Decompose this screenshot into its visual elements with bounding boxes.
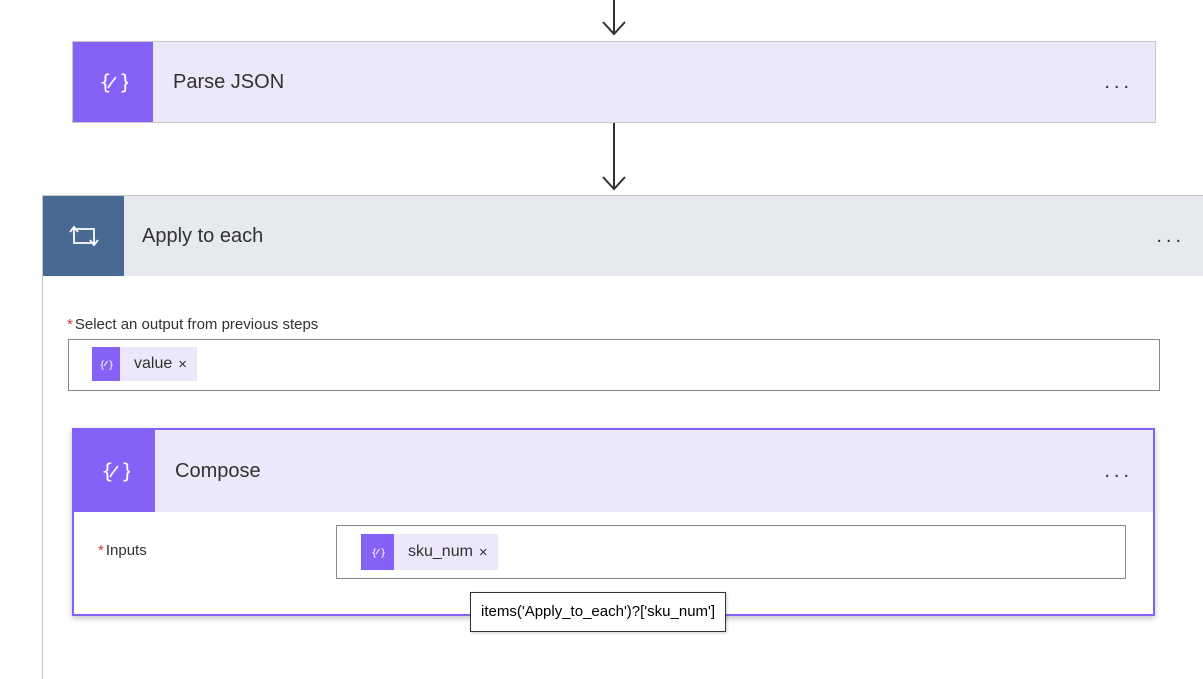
parse-json-header[interactable]: { } Parse JSON ...: [73, 42, 1155, 122]
select-output-label: * Select an output from previous steps: [67, 316, 318, 333]
svg-text:{: {: [99, 70, 112, 94]
required-mark: *: [98, 542, 104, 559]
loop-icon: [43, 196, 124, 276]
data-operation-icon: { }: [74, 430, 155, 512]
data-operation-icon: { }: [73, 42, 153, 122]
value-token[interactable]: { } value ×: [92, 347, 198, 381]
parse-json-more-button[interactable]: ...: [1104, 72, 1133, 92]
inputs-label-text: Inputs: [105, 542, 147, 559]
select-output-input[interactable]: { } value ×: [68, 339, 1160, 391]
apply-to-each-header[interactable]: Apply to each ...: [43, 196, 1203, 276]
sku-num-token-text: sku_num: [408, 543, 473, 560]
compose-header[interactable]: { } Compose ...: [74, 430, 1153, 512]
sku-num-token[interactable]: { } sku_num ×: [361, 534, 498, 570]
parse-json-title: Parse JSON: [173, 70, 285, 93]
sku-num-token-remove-button[interactable]: ×: [479, 544, 498, 561]
select-output-label-text: Select an output from previous steps: [74, 316, 319, 333]
flow-canvas: { } Parse JSON ...: [0, 0, 1203, 679]
apply-to-each-more-button[interactable]: ...: [1156, 226, 1185, 246]
svg-text:}: }: [380, 548, 385, 559]
arrow-down-icon: [602, 0, 626, 36]
inputs-label: * Inputs: [98, 542, 147, 559]
value-token-text: value: [134, 355, 173, 372]
svg-text:}: }: [121, 459, 130, 483]
value-token-remove-button[interactable]: ×: [178, 356, 197, 373]
expression-tooltip: items('Apply_to_each')?['sku_num']: [470, 592, 727, 632]
svg-text:}: }: [108, 360, 113, 371]
connector-arrow-top: [599, 0, 629, 40]
svg-text:}: }: [119, 70, 128, 94]
connector-arrow-middle: [599, 123, 629, 195]
compose-more-button[interactable]: ...: [1104, 461, 1133, 481]
data-operation-icon: { }: [92, 347, 120, 381]
apply-to-each-title: Apply to each: [142, 224, 264, 247]
parse-json-card[interactable]: { } Parse JSON ...: [72, 41, 1156, 123]
svg-text:{: {: [101, 459, 114, 483]
data-operation-icon: { }: [361, 534, 394, 570]
arrow-down-icon: [602, 123, 626, 191]
inputs-field[interactable]: { } sku_num ×: [336, 525, 1126, 579]
compose-card[interactable]: { } Compose ... *Inputs { }: [72, 428, 1155, 616]
required-mark: *: [67, 316, 73, 333]
compose-title: Compose: [175, 459, 261, 482]
